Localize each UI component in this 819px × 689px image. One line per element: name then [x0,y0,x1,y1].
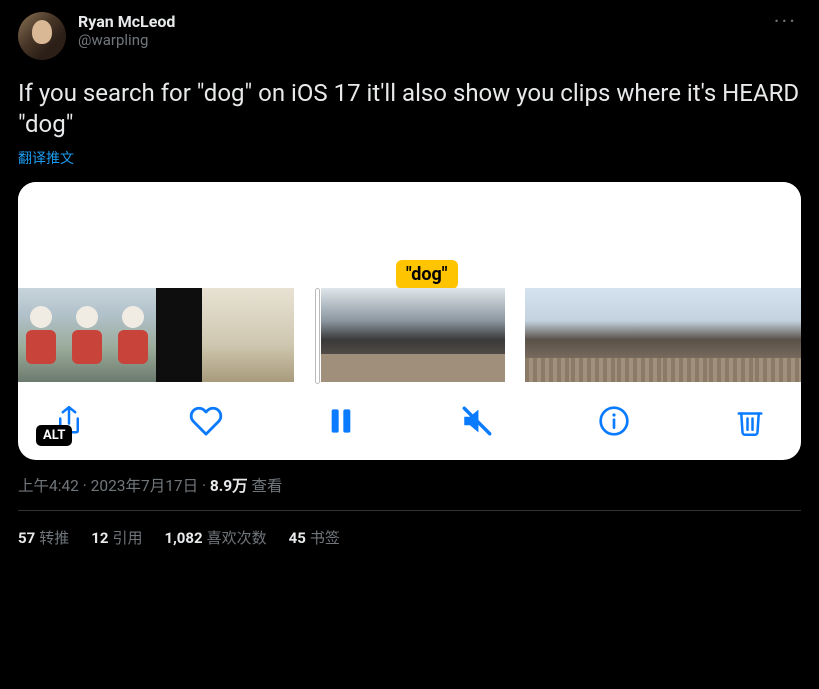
media-card[interactable]: "dog" [18,182,801,460]
media-whitespace: "dog" [18,182,801,288]
media-controls [18,384,801,460]
video-frame [367,288,413,382]
tweet-date[interactable]: 2023年7月17日 [91,477,198,495]
video-frame [617,288,663,382]
tweet-header: Ryan McLeod @warpling ··· [18,12,801,60]
video-frame [18,288,64,382]
video-filmstrip[interactable] [18,288,801,384]
heart-icon[interactable] [189,404,223,438]
search-term-badge: "dog" [396,260,458,289]
video-frame [321,288,367,382]
avatar[interactable] [18,12,66,60]
video-frame [64,288,110,382]
bookmarks-stat[interactable]: 45书签 [289,527,340,548]
alt-badge[interactable]: ALT [36,425,72,446]
tweet-container: Ryan McLeod @warpling ··· If you search … [0,0,819,564]
video-frame [755,288,801,382]
video-frame [571,288,617,382]
retweets-stat[interactable]: 57转推 [18,527,69,548]
video-frame [248,288,294,382]
video-frame [459,288,505,382]
more-icon[interactable]: ··· [770,12,801,34]
tweet-meta: 上午4:42 · 2023年7月17日 · 8.9万 查看 [18,474,801,496]
clip-group-2 [314,288,505,384]
clip-group-3 [525,288,801,384]
video-frame [663,288,709,382]
translate-link[interactable]: 翻译推文 [18,148,74,168]
video-frame [110,288,156,382]
views-count: 8.9万 [210,477,248,495]
video-frame [202,288,248,382]
clip-group-1 [18,288,294,384]
tweet-text: If you search for "dog" on iOS 17 it'll … [18,78,801,140]
handle: @warpling [78,31,175,49]
pause-icon[interactable] [327,405,355,437]
info-icon[interactable] [598,405,630,437]
views-label: 查看 [248,477,283,495]
video-frame [156,288,202,382]
tweet-time[interactable]: 上午4:42 [18,477,79,495]
video-frame [525,288,571,382]
quotes-stat[interactable]: 12引用 [91,527,142,548]
trash-icon[interactable] [735,404,765,438]
display-name: Ryan McLeod [78,12,175,31]
video-frame [413,288,459,382]
author-block[interactable]: Ryan McLeod @warpling [78,12,175,49]
likes-stat[interactable]: 1,082喜欢次数 [164,527,266,548]
playhead[interactable] [315,288,320,384]
mute-icon[interactable] [460,404,494,438]
stats-row: 57转推 12引用 1,082喜欢次数 45书签 [18,511,801,564]
video-frame [709,288,755,382]
